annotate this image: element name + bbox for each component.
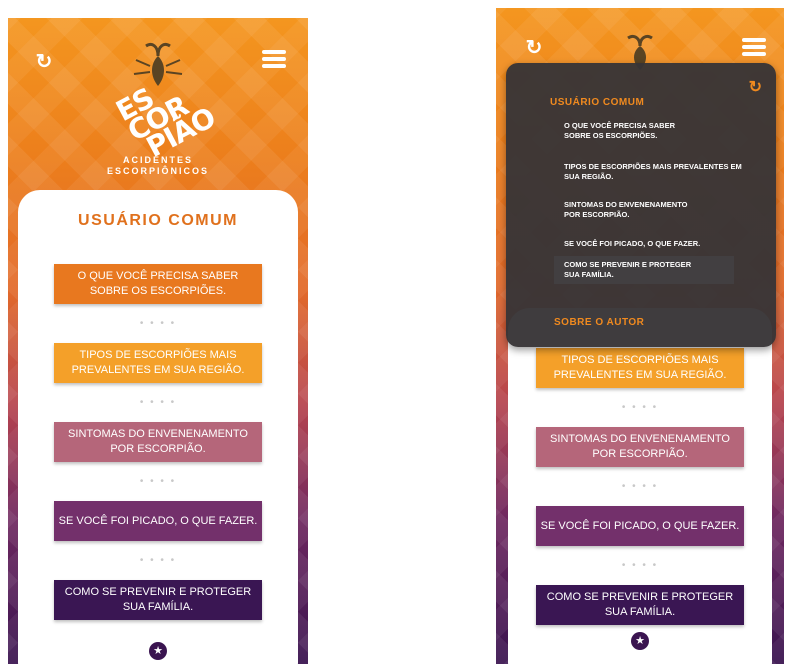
button-label-line2: PREVALENTES EM SUA REGIÃO. — [71, 364, 245, 376]
main-card: USUÁRIO COMUM O QUE VOCÊ PRECISA SABER SO… — [18, 190, 298, 664]
button-label-line1: SE VOCÊ FOI PICADO, O QUE FAZER. — [540, 519, 740, 532]
phone-screen-home: ↻ ES COR PIÃO ACIDENTES ESCORPIÔNICOS US… — [8, 18, 308, 664]
menu-item-line1: SINTOMAS DO ENVENENAMENTO — [564, 200, 688, 209]
button-label-line2: SUA FAMÍLIA. — [122, 601, 194, 613]
star-icon[interactable]: ★ — [631, 632, 649, 650]
menu-section-about-author[interactable]: SOBRE O AUTOR — [554, 317, 644, 328]
menu-button-symptoms[interactable]: SINTOMAS DO ENVENENAMENTO POR ESCORPIÃO. — [54, 422, 262, 462]
menu-item-line2: SOBRE OS ESCORPIÕES. — [564, 131, 658, 140]
tagline-line-1: ACIDENTES — [122, 155, 194, 165]
menu-button-prevention[interactable]: COMO SE PREVENIR E PROTEGER SUA FAMÍLIA. — [536, 585, 744, 625]
button-label-line1: O QUE VOCÊ PRECISA SABER — [77, 270, 239, 282]
menu-item-line1: COMO SE PREVENIR E PROTEGER — [564, 260, 692, 269]
tagline-line-2: ESCORPIÔNICOS — [106, 166, 210, 176]
menu-button-if-stung[interactable]: SE VOCÊ FOI PICADO, O QUE FAZER. — [536, 506, 744, 546]
menu-button-scorpion-types[interactable]: TIPOS DE ESCORPIÕES MAIS PREVALENTES EM S… — [536, 348, 744, 388]
separator: • • • • — [139, 318, 177, 329]
tagline: ACIDENTES ESCORPIÔNICOS — [107, 155, 209, 177]
button-label-line1: TIPOS DE ESCORPIÕES MAIS — [561, 354, 719, 366]
app-logo: ES COR PIÃO — [111, 80, 221, 163]
separator: • • • • — [621, 402, 659, 413]
menu-section-user: USUÁRIO COMUM — [550, 97, 645, 108]
star-icon[interactable]: ★ — [149, 642, 167, 660]
reload-icon[interactable]: ↻ — [524, 38, 544, 58]
menu-button-symptoms[interactable]: SINTOMAS DO ENVENENAMENTO POR ESCORPIÃO. — [536, 427, 744, 467]
menu-button-if-stung[interactable]: SE VOCÊ FOI PICADO, O QUE FAZER. — [54, 501, 262, 541]
button-label-line1: SE VOCÊ FOI PICADO, O QUE FAZER. — [58, 514, 258, 527]
separator: • • • • — [139, 555, 177, 566]
hamburger-menu-icon[interactable] — [742, 38, 766, 56]
separator: • • • • — [621, 481, 659, 492]
menu-button-scorpion-types[interactable]: TIPOS DE ESCORPIÕES MAIS PREVALENTES EM S… — [54, 343, 262, 383]
button-label-line1: COMO SE PREVENIR E PROTEGER — [64, 586, 252, 598]
button-label-line2: POR ESCORPIÃO. — [110, 443, 206, 455]
separator: • • • • — [621, 560, 659, 571]
menu-button-prevention[interactable]: COMO SE PREVENIR E PROTEGER SUA FAMÍLIA. — [54, 580, 262, 620]
menu-item-if-stung[interactable]: SE VOCÊ FOI PICADO, O QUE FAZER. — [564, 239, 764, 249]
button-label-line1: TIPOS DE ESCORPIÕES MAIS — [79, 349, 237, 361]
hamburger-menu-icon[interactable] — [262, 50, 286, 68]
separator: • • • • — [139, 476, 177, 487]
menu-item-line2: SUA REGIÃO. — [564, 172, 614, 181]
card-title: USUÁRIO COMUM — [78, 212, 238, 229]
button-label-line1: SINTOMAS DO ENVENENAMENTO — [68, 428, 248, 440]
button-label-line1: COMO SE PREVENIR E PROTEGER — [546, 591, 734, 603]
separator: • • • • — [139, 397, 177, 408]
menu-item-line1: SE VOCÊ FOI PICADO, O QUE FAZER. — [564, 239, 701, 248]
menu-item-line1: TIPOS DE ESCORPIÕES MAIS PREVALENTES EM — [564, 162, 742, 171]
menu-item-what-to-know[interactable]: O QUE VOCÊ PRECISA SABER SOBRE OS ESCORPI… — [564, 121, 764, 141]
button-label-line2: SUA FAMÍLIA. — [604, 606, 676, 618]
menu-item-scorpion-types[interactable]: TIPOS DE ESCORPIÕES MAIS PREVALENTES EM S… — [564, 162, 764, 182]
menu-item-symptoms[interactable]: SINTOMAS DO ENVENENAMENTO POR ESCORPIÃO. — [564, 200, 764, 220]
menu-item-line1: O QUE VOCÊ PRECISA SABER — [564, 121, 675, 130]
button-label-line2: PREVALENTES EM SUA REGIÃO. — [553, 369, 727, 381]
menu-button-what-to-know[interactable]: O QUE VOCÊ PRECISA SABER SOBRE OS ESCORPI… — [54, 264, 262, 304]
phone-screen-menu-open: ↻ TIPOS DE ESCORPIÕES MAIS PREVALENTES EM… — [496, 8, 784, 664]
menu-item-line2: SUA FAMÍLIA. — [564, 270, 614, 279]
main-card: TIPOS DE ESCORPIÕES MAIS PREVALENTES EM S… — [508, 308, 772, 664]
button-label-line2: SOBRE OS ESCORPIÕES. — [89, 285, 227, 297]
dropdown-menu-overlay: ↻ USUÁRIO COMUM O QUE VOCÊ PRECISA SABER… — [506, 63, 776, 347]
reload-icon[interactable]: ↻ — [749, 77, 762, 97]
button-label-line1: SINTOMAS DO ENVENENAMENTO — [550, 433, 730, 445]
menu-item-line2: POR ESCORPIÃO. — [564, 210, 630, 219]
menu-item-prevention[interactable]: COMO SE PREVENIR E PROTEGER SUA FAMÍLIA. — [554, 256, 734, 284]
button-label-line2: POR ESCORPIÃO. — [592, 448, 688, 460]
reload-icon[interactable]: ↻ — [34, 52, 54, 72]
